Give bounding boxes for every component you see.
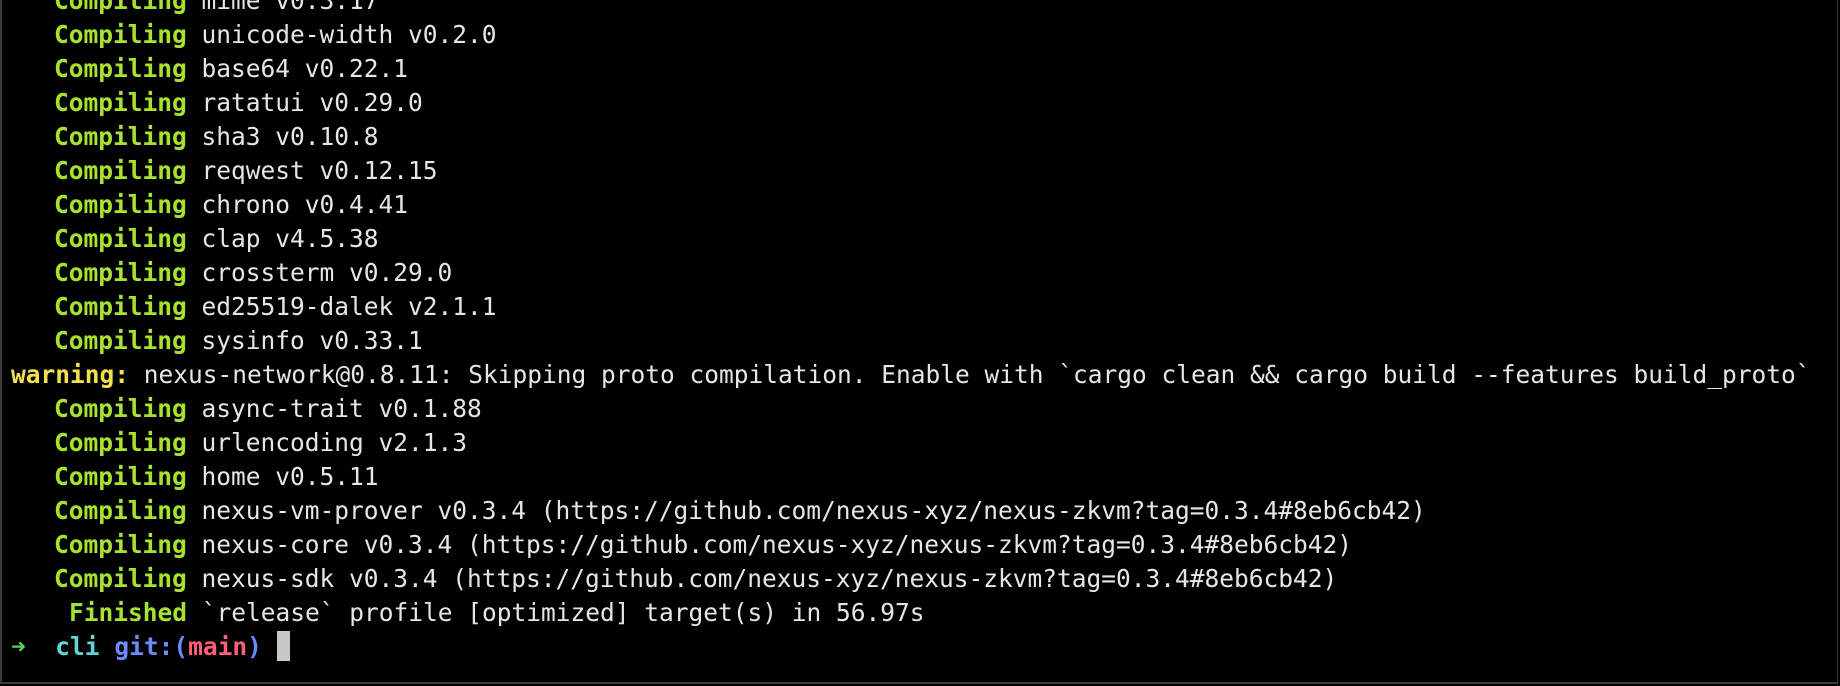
crate-name: sysinfo v0.33.1 xyxy=(201,326,423,355)
compile-line: Compiling urlencoding v2.1.3 xyxy=(11,426,1837,460)
compiling-keyword: Compiling xyxy=(54,20,187,49)
compile-line: Compiling chrono v0.4.41 xyxy=(11,188,1837,222)
compile-line: Compiling clap v4.5.38 xyxy=(11,222,1837,256)
compile-line: Compiling async-trait v0.1.88 xyxy=(11,392,1837,426)
compiling-keyword: Compiling xyxy=(54,156,187,185)
crate-name: nexus-core v0.3.4 (https://github.com/ne… xyxy=(201,530,1353,559)
compile-line: Compiling crossterm v0.29.0 xyxy=(11,256,1837,290)
prompt-git-label: git:( xyxy=(114,632,189,661)
prompt-git-branch: main xyxy=(188,632,248,661)
compiling-keyword: Compiling xyxy=(54,88,187,117)
crate-name: nexus-vm-prover v0.3.4 (https://github.c… xyxy=(201,496,1426,525)
compile-line: Compiling sha3 v0.10.8 xyxy=(11,120,1837,154)
compiling-keyword: Compiling xyxy=(54,224,187,253)
compile-line: Compiling reqwest v0.12.15 xyxy=(11,154,1837,188)
compile-line: Compiling nexus-vm-prover v0.3.4 (https:… xyxy=(11,494,1837,528)
compiling-keyword: Compiling xyxy=(54,122,187,151)
crate-name: async-trait v0.1.88 xyxy=(201,394,482,423)
crate-name: sha3 v0.10.8 xyxy=(201,122,379,151)
crate-name: clap v4.5.38 xyxy=(201,224,379,253)
crate-name: home v0.5.11 xyxy=(201,462,379,491)
compile-line: Compiling base64 v0.22.1 xyxy=(11,52,1837,86)
compiling-keyword: Compiling xyxy=(54,530,187,559)
compiling-keyword: Compiling xyxy=(54,190,187,219)
crate-name: chrono v0.4.41 xyxy=(201,190,409,219)
crate-name: mime v0.3.17 xyxy=(201,0,379,15)
warning-message: nexus-network@0.8.11: Skipping proto com… xyxy=(143,360,1811,389)
compile-line: Compiling ratatui v0.29.0 xyxy=(11,86,1837,120)
compile-line: Compiling sysinfo v0.33.1 xyxy=(11,324,1837,358)
crate-name: ratatui v0.29.0 xyxy=(201,88,423,117)
compile-line: Compiling nexus-core v0.3.4 (https://git… xyxy=(11,528,1837,562)
finished-message: `release` profile [optimized] target(s) … xyxy=(201,598,925,627)
compiling-keyword: Compiling xyxy=(54,394,187,423)
compiling-keyword: Compiling xyxy=(54,496,187,525)
compiling-keyword: Compiling xyxy=(54,258,187,287)
crate-name: crossterm v0.29.0 xyxy=(201,258,453,287)
terminal-output: Compiling mime v0.3.17 Compiling unicode… xyxy=(11,0,1837,664)
crate-name: unicode-width v0.2.0 xyxy=(201,20,497,49)
warning-line: warning: nexus-network@0.8.11: Skipping … xyxy=(11,358,1837,392)
compiling-keyword: Compiling xyxy=(54,292,187,321)
terminal-window[interactable]: Compiling mime v0.3.17 Compiling unicode… xyxy=(0,0,1838,684)
finished-keyword: Finished xyxy=(69,598,188,627)
warning-keyword: warning: xyxy=(11,360,130,389)
compiling-keyword: Compiling xyxy=(54,0,187,15)
crate-name: reqwest v0.12.15 xyxy=(201,156,438,185)
compiling-keyword: Compiling xyxy=(54,428,187,457)
finished-line: Finished `release` profile [optimized] t… xyxy=(11,596,1837,630)
compile-line: Compiling unicode-width v0.2.0 xyxy=(11,18,1837,52)
compiling-keyword: Compiling xyxy=(54,54,187,83)
compiling-keyword: Compiling xyxy=(54,462,187,491)
text-cursor[interactable] xyxy=(276,631,290,661)
compile-line: Compiling home v0.5.11 xyxy=(11,460,1837,494)
crate-name: urlencoding v2.1.3 xyxy=(201,428,468,457)
prompt-arrow-icon: ➜ xyxy=(11,632,26,661)
compiling-keyword: Compiling xyxy=(54,326,187,355)
compiling-keyword: Compiling xyxy=(54,564,187,593)
compile-line: Compiling ed25519-dalek v2.1.1 xyxy=(11,290,1837,324)
prompt-git-close: ) xyxy=(247,632,262,661)
compile-line: Compiling nexus-sdk v0.3.4 (https://gith… xyxy=(11,562,1837,596)
compile-line: Compiling mime v0.3.17 xyxy=(11,0,1837,18)
shell-prompt[interactable]: ➜ cli git:(main) xyxy=(11,630,1837,664)
crate-name: base64 v0.22.1 xyxy=(201,54,409,83)
crate-name: nexus-sdk v0.3.4 (https://github.com/nex… xyxy=(201,564,1338,593)
crate-name: ed25519-dalek v2.1.1 xyxy=(201,292,497,321)
prompt-directory: cli xyxy=(55,632,100,661)
